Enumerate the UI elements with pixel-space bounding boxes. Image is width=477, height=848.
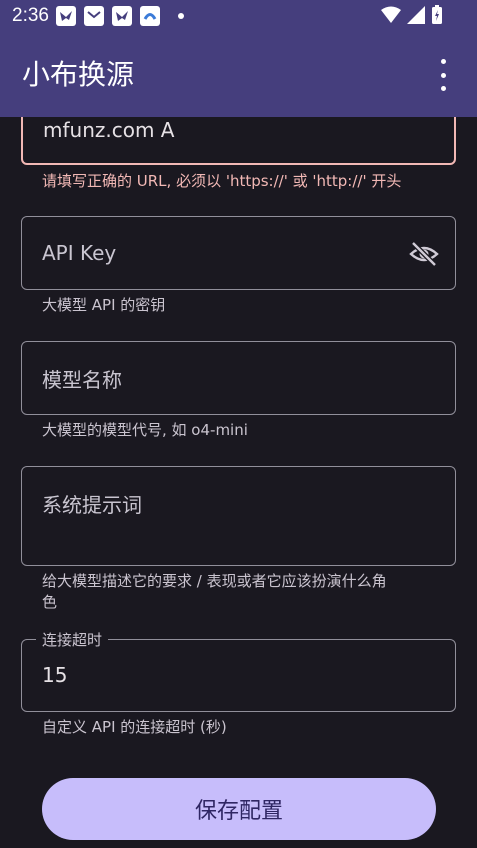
bird-app-icon	[56, 6, 76, 26]
system-prompt-placeholder: 系统提示词	[42, 493, 142, 517]
system-prompt-helper-line2: 色	[42, 593, 58, 611]
system-prompt-helper-line1: 给大模型描述它的要求 / 表现或者它应该扮演什么角	[42, 572, 387, 590]
more-vert-icon	[440, 59, 446, 64]
save-config-button[interactable]: 保存配置	[42, 778, 436, 840]
system-prompt-field[interactable]: 系统提示词	[21, 466, 456, 566]
more-options-button[interactable]	[433, 59, 453, 91]
status-bar: 2:36	[0, 0, 477, 33]
app-bar: 小布换源	[0, 33, 477, 117]
wifi-icon	[381, 6, 401, 23]
timeout-value: 15	[42, 663, 68, 687]
settings-form: mfunz.com A 请填写正确的 URL, 必须以 'https://' 或…	[0, 117, 477, 848]
system-icons	[381, 5, 443, 25]
model-name-field[interactable]: 模型名称	[21, 341, 456, 415]
timeout-label: 连接超时	[36, 629, 109, 650]
battery-icon	[432, 5, 442, 24]
url-error-text: 请填写正确的 URL, 必须以 'https://' 或 'http://' 开…	[42, 172, 402, 190]
model-name-helper: 大模型的模型代号, 如 o4-mini	[42, 421, 248, 439]
signal-icon	[407, 6, 425, 24]
visibility-off-icon[interactable]	[409, 239, 439, 269]
mail-icon	[84, 6, 104, 26]
api-key-helper: 大模型 API 的密钥	[42, 296, 166, 314]
notification-icons	[56, 6, 160, 26]
model-name-placeholder: 模型名称	[42, 368, 122, 392]
timeout-field[interactable]: 连接超时 15	[21, 629, 456, 712]
wave-app-icon	[140, 6, 160, 26]
more-vert-icon-dot	[440, 72, 446, 78]
timeout-helper: 自定义 API 的连接超时 (秒)	[42, 718, 227, 736]
api-key-field[interactable]: API Key	[21, 216, 456, 290]
api-key-placeholder: API Key	[42, 241, 117, 265]
more-notifications-dot	[178, 13, 184, 19]
status-time: 2:36	[12, 5, 49, 26]
app-title: 小布换源	[22, 59, 135, 90]
more-vert-icon-dot	[440, 86, 446, 91]
bird-app-icon-2	[112, 6, 132, 26]
url-field[interactable]: mfunz.com A	[21, 117, 456, 165]
url-field-value: mfunz.com A	[43, 118, 175, 142]
